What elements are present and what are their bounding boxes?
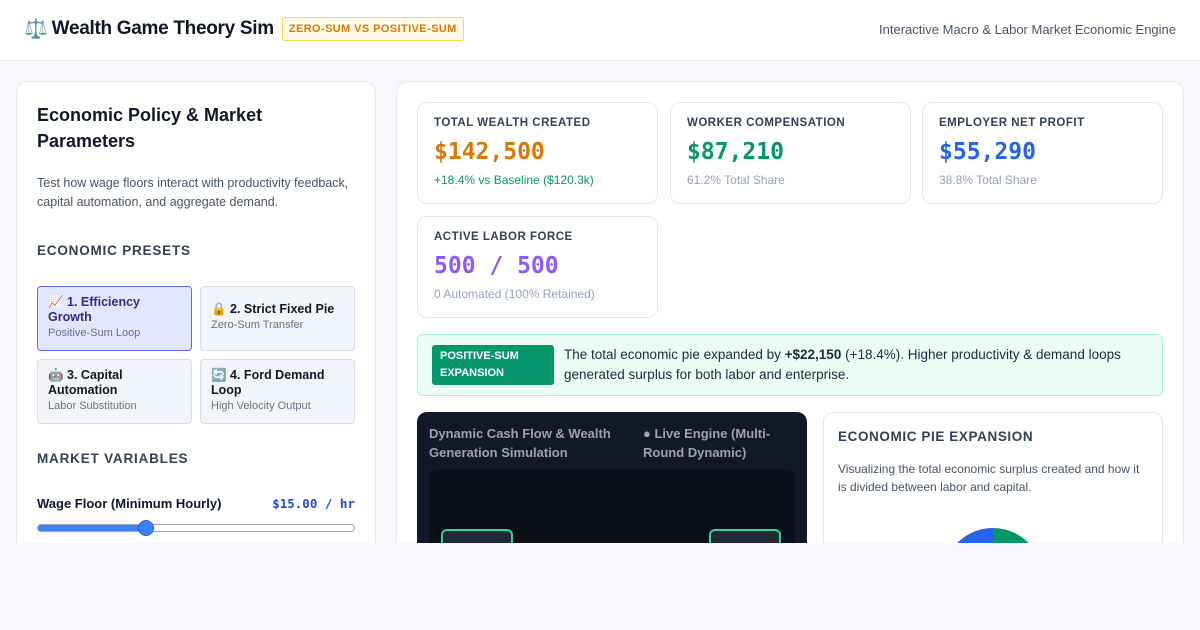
viewport: Economic Policy & Market Parameters Test… xyxy=(0,61,1200,543)
message-amount: +$22,150 xyxy=(784,347,842,362)
metric-subtext: +18.4% vs Baseline ($120.3k) xyxy=(434,173,594,187)
live-engine-status: ● Live Engine (Multi-Round Dynamic) xyxy=(643,426,771,460)
wage-floor-slider[interactable] xyxy=(37,520,355,536)
preset-efficiency-growth[interactable]: 📈 1. Efficiency Growth Positive-Sum Loop xyxy=(37,286,192,351)
preset-ford-demand-loop[interactable]: 🔄 4. Ford Demand Loop High Velocity Outp… xyxy=(200,359,355,424)
expansion-message: The total economic pie expanded by +$22,… xyxy=(564,345,1154,385)
worker-node xyxy=(441,529,513,543)
pie-slice-employer xyxy=(957,528,993,543)
pie-title: ECONOMIC PIE EXPANSION xyxy=(838,429,1034,444)
simulation-panel: Dynamic Cash Flow & Wealth Generation Si… xyxy=(417,412,807,543)
slider-fill xyxy=(38,525,147,531)
simulation-canvas[interactable] xyxy=(429,470,795,543)
preset-name: 📈 1. Efficiency Growth xyxy=(48,295,140,324)
panel-title: Economic Policy & Market Parameters xyxy=(37,105,263,151)
pie-chart-card: ECONOMIC PIE EXPANSION Visualizing the t… xyxy=(823,412,1163,543)
metric-value: $55,290 xyxy=(939,139,1036,165)
metric-value: $142,500 xyxy=(434,139,545,165)
preset-subtitle: High Velocity Output xyxy=(211,400,311,412)
expansion-badge: POSITIVE-SUM EXPANSION xyxy=(432,345,554,385)
wage-floor-label: Wage Floor (Minimum Hourly) xyxy=(37,496,222,511)
message-lead: The total economic pie expanded by xyxy=(564,347,785,362)
expansion-banner: POSITIVE-SUM EXPANSION The total economi… xyxy=(417,334,1163,396)
metric-label: EMPLOYER NET PROFIT xyxy=(939,117,1085,129)
preset-capital-automation[interactable]: 🤖 3. Capital Automation Labor Substituti… xyxy=(37,359,192,424)
preset-name: 🔄 4. Ford Demand Loop xyxy=(211,368,325,397)
preset-strict-fixed-pie[interactable]: 🔒 2. Strict Fixed Pie Zero-Sum Transfer xyxy=(200,286,355,351)
metric-employer-profit: EMPLOYER NET PROFIT $55,290 38.8% Total … xyxy=(922,102,1163,204)
metric-labor-force: ACTIVE LABOR FORCE 500 / 500 0 Automated… xyxy=(417,216,658,318)
header-subtitle: Interactive Macro & Labor Market Economi… xyxy=(879,22,1176,37)
preset-name: 🤖 3. Capital Automation xyxy=(48,368,123,397)
app-title: Wealth Game Theory Sim xyxy=(51,18,274,39)
preset-name: 🔒 2. Strict Fixed Pie xyxy=(211,302,335,316)
preset-subtitle: Labor Substitution xyxy=(48,400,137,412)
metric-total-wealth: TOTAL WEALTH CREATED $142,500 +18.4% vs … xyxy=(417,102,658,204)
pie-description: Visualizing the total economic surplus c… xyxy=(838,462,1140,494)
metric-label: TOTAL WEALTH CREATED xyxy=(434,117,591,129)
preset-subtitle: Zero-Sum Transfer xyxy=(211,319,304,331)
results-panel: TOTAL WEALTH CREATED $142,500 +18.4% vs … xyxy=(396,81,1184,543)
slider-thumb[interactable] xyxy=(138,520,155,536)
metric-value: 500 / 500 xyxy=(434,253,559,279)
economic-pie-chart xyxy=(957,528,1029,543)
metric-label: WORKER COMPENSATION xyxy=(687,117,846,129)
metric-subtext: 38.8% Total Share xyxy=(939,173,1037,187)
panel-description: Test how wage floors interact with produ… xyxy=(37,176,349,209)
scales-icon: ⚖️ xyxy=(24,19,48,40)
variables-heading: MARKET VARIABLES xyxy=(37,451,189,466)
wage-floor-value: $15.00 / hr xyxy=(272,496,355,511)
app-logo: ⚖️ Wealth Game Theory Sim ZERO-SUM VS PO… xyxy=(24,17,464,41)
metric-value: $87,210 xyxy=(687,139,784,165)
presets-heading: ECONOMIC PRESETS xyxy=(37,243,191,258)
parameters-panel: Economic Policy & Market Parameters Test… xyxy=(16,81,376,543)
mode-badge: ZERO-SUM VS POSITIVE-SUM xyxy=(281,17,464,41)
simulation-title: Dynamic Cash Flow & Wealth Generation Si… xyxy=(429,426,611,460)
employer-node xyxy=(709,529,781,543)
preset-subtitle: Positive-Sum Loop xyxy=(48,327,141,339)
metric-worker-compensation: WORKER COMPENSATION $87,210 61.2% Total … xyxy=(670,102,911,204)
metric-subtext: 0 Automated (100% Retained) xyxy=(434,287,595,301)
metric-subtext: 61.2% Total Share xyxy=(687,173,785,187)
app-header: ⚖️ Wealth Game Theory Sim ZERO-SUM VS PO… xyxy=(0,0,1200,61)
metric-label: ACTIVE LABOR FORCE xyxy=(434,231,573,243)
